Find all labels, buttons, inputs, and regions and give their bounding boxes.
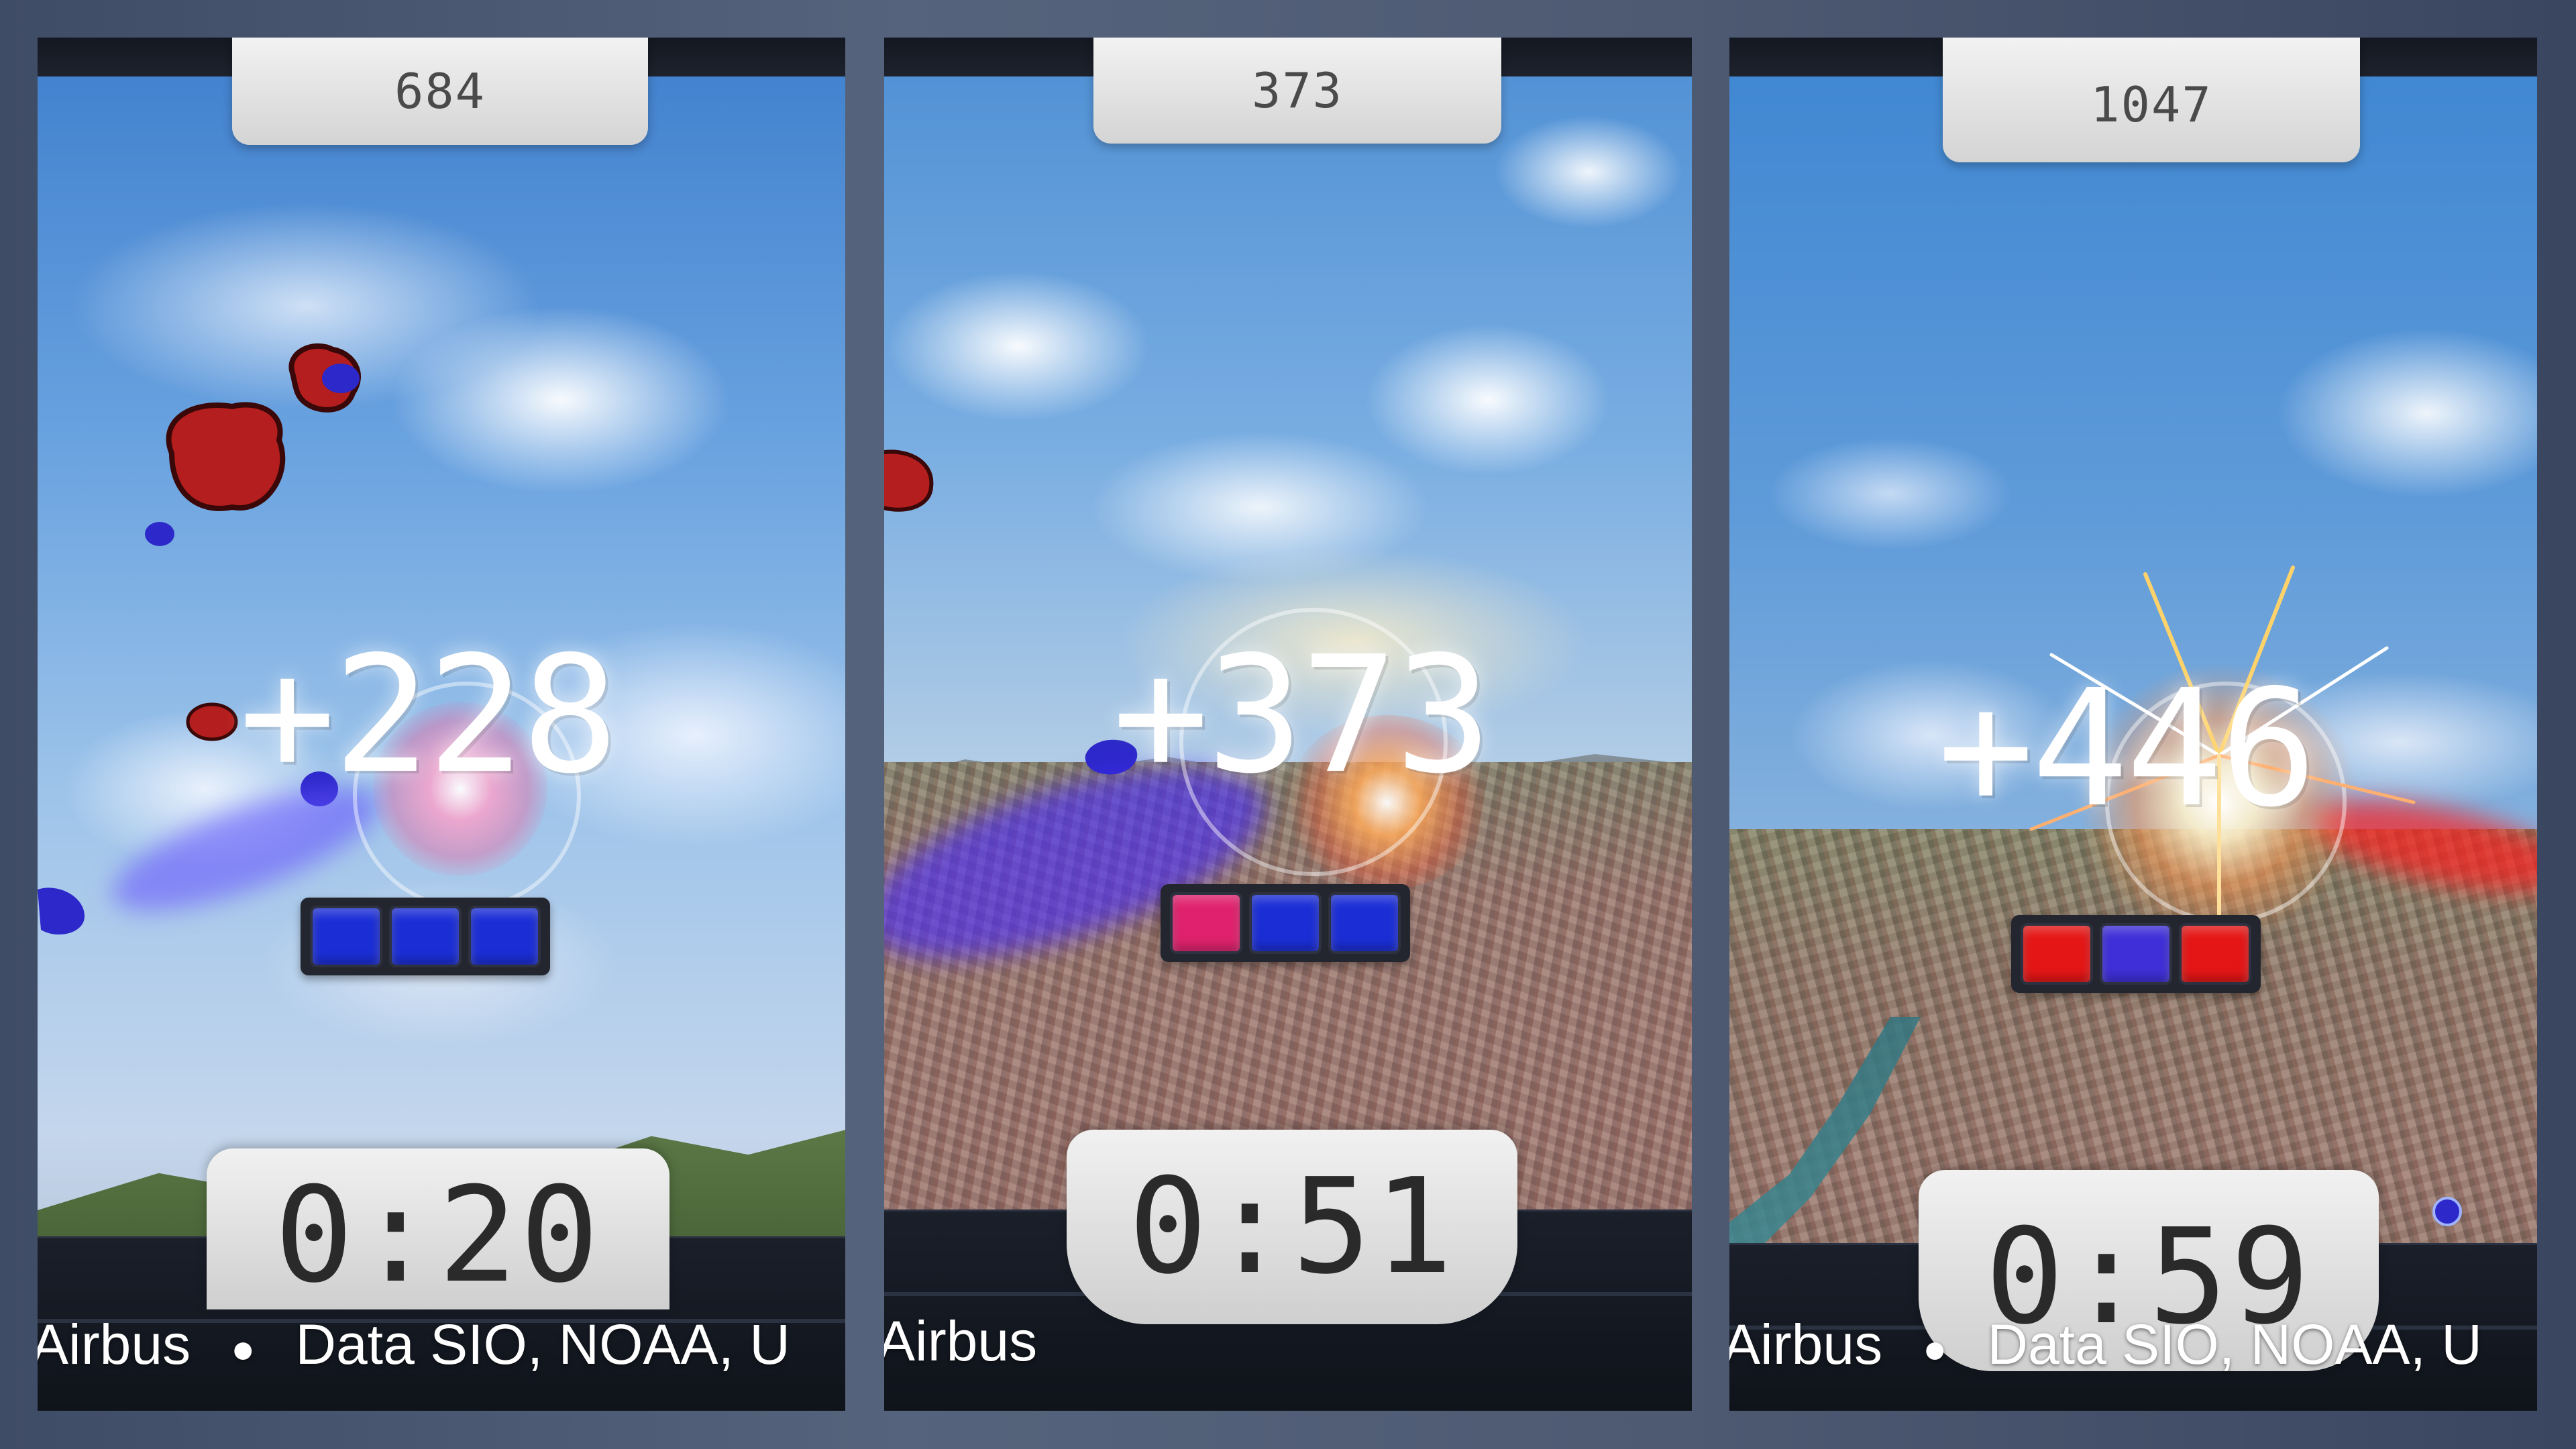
target-blob-cluster[interactable] xyxy=(131,313,413,594)
score-display: 684 xyxy=(232,38,648,145)
game-panel-2: +373 373 0:51 Airbus xyxy=(884,38,1692,1411)
points-popup: +446 xyxy=(1937,655,2317,843)
blue-blob-tiny-1 xyxy=(145,522,174,546)
combo-indicator xyxy=(1161,884,1410,962)
attribution-airbus: Airbus xyxy=(884,1309,1038,1373)
bullet-dot-icon: ● xyxy=(1923,1326,1947,1372)
blue-blob-tiny[interactable] xyxy=(2427,1191,2467,1232)
combo-slot-1 xyxy=(310,906,382,967)
red-blob-large xyxy=(166,402,286,511)
blue-blob-on-red xyxy=(322,364,360,393)
combo-slot-3 xyxy=(1328,892,1401,954)
attribution-data: Data SIO, NOAA, U xyxy=(295,1313,790,1376)
countdown-timer: 0:20 xyxy=(207,1148,669,1312)
combo-slot-1 xyxy=(2021,923,2093,985)
bullet-dot-icon: ● xyxy=(231,1326,256,1372)
countdown-timer: 0:51 xyxy=(1067,1130,1517,1324)
attribution-data: Data SIO, NOAA, U xyxy=(1987,1313,2482,1376)
score-display: 1047 xyxy=(1943,38,2360,162)
red-blob-tiny[interactable] xyxy=(178,695,246,749)
red-blob-edge[interactable] xyxy=(884,440,951,521)
combo-slot-3 xyxy=(468,906,541,967)
map-attribution: Airbus ● Data SIO, NOAA, U xyxy=(38,1312,790,1377)
game-panel-1: +228 684 0:20 Airbus ● Data SIO, NOAA, U xyxy=(38,38,845,1411)
blue-blob-edge[interactable] xyxy=(38,876,98,943)
combo-slot-2 xyxy=(389,906,462,967)
combo-slot-3 xyxy=(2179,923,2251,985)
map-attribution: Airbus xyxy=(884,1309,1037,1374)
points-popup: +228 xyxy=(239,621,619,809)
combo-slot-2 xyxy=(1249,892,1322,954)
map-attribution: Airbus ● Data SIO, NOAA, U xyxy=(1729,1312,2482,1377)
combo-indicator xyxy=(2011,915,2261,993)
score-display: 373 xyxy=(1093,38,1501,144)
game-panel-3: +446 1047 0:59 Airbus ● Data SIO, NOAA, U xyxy=(1729,38,2537,1411)
attribution-airbus: Airbus xyxy=(38,1313,191,1376)
combo-indicator xyxy=(301,898,550,975)
combo-slot-2 xyxy=(2100,923,2172,985)
points-popup: +373 xyxy=(1112,621,1492,809)
combo-slot-1 xyxy=(1170,892,1242,954)
attribution-airbus: Airbus xyxy=(1729,1313,1883,1376)
